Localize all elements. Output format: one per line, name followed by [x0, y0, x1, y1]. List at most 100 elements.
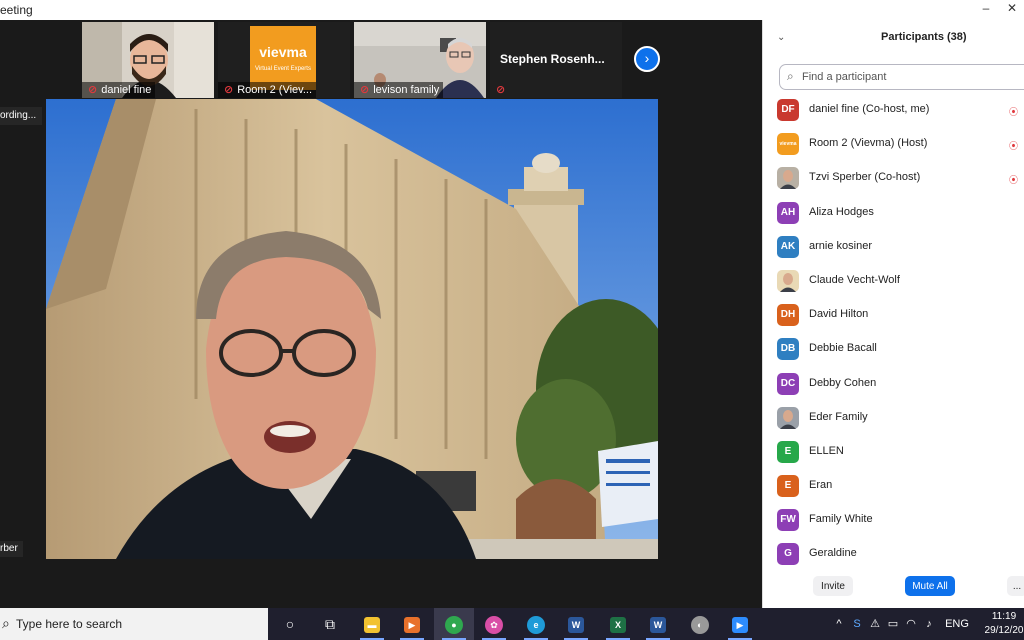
avatar: E: [777, 475, 799, 498]
recording-indicator: ording...: [0, 107, 43, 125]
system-clock[interactable]: 11:19 29/12/20: [982, 610, 1024, 638]
mute-all-button[interactable]: Mute All: [905, 576, 955, 596]
window-title: eeting: [0, 3, 33, 17]
participant-name: Eder Family: [809, 410, 868, 423]
avatar: G: [777, 543, 799, 566]
participant-list: DF daniel fine (Co-host, me) ⦿ vievma Room 2…: [763, 93, 1024, 567]
participant-row[interactable]: DC Debby Cohen: [763, 367, 1024, 401]
minimize-button[interactable]: –: [972, 0, 1000, 20]
muted-mic-icon: ⊘: [496, 84, 506, 96]
participant-row[interactable]: AH Aliza Hodges: [763, 196, 1024, 230]
participant-row[interactable]: Eder Family: [763, 401, 1024, 435]
taskbar-word-2-icon[interactable]: W: [638, 608, 678, 640]
invite-button[interactable]: Invite: [813, 576, 853, 596]
close-button[interactable]: ✕: [998, 0, 1024, 20]
taskbar-cortana-icon[interactable]: ○: [270, 608, 310, 640]
video-thumbnail[interactable]: ⊘ daniel fine: [82, 22, 214, 98]
participants-title: Participants (38): [881, 31, 967, 43]
taskbar-photos-icon[interactable]: ✿: [474, 608, 514, 640]
word-2-glyph: W: [650, 617, 666, 634]
muted-mic-icon: ⊘: [360, 84, 370, 96]
thumbnail-name-text: Stephen Rosenh...: [500, 52, 605, 66]
participants-header: ⌄ Participants (38): [763, 20, 1024, 56]
participant-row[interactable]: Claude Vecht-Wolf: [763, 264, 1024, 298]
participant-name: Tzvi Sperber (Co-host): [809, 171, 921, 184]
participant-search[interactable]: ⌕: [779, 64, 1024, 90]
title-bar: eeting – ✕: [0, 0, 1024, 20]
file-explorer-glyph: ▬: [364, 617, 380, 634]
video-thumbnail[interactable]: ⊘ levison family: [354, 22, 486, 98]
participant-row[interactable]: vievma Room 2 (Vievma) (Host) ⦿: [763, 127, 1024, 161]
word-glyph: W: [568, 617, 584, 634]
participant-name: ELLEN: [809, 444, 844, 457]
language-indicator[interactable]: ENG: [942, 608, 972, 640]
recording-icon: ⦿: [1009, 175, 1019, 186]
avatar: DB: [777, 338, 799, 361]
avatar: DC: [777, 372, 799, 395]
participants-panel: ⌄ Participants (38) ⌕ DF daniel fine (Co-…: [762, 20, 1024, 608]
video-thumbnail[interactable]: Stephen Rosenh... ⊘: [490, 22, 622, 98]
taskbar-zoom-icon[interactable]: ▶: [720, 608, 760, 640]
photos-glyph: ✿: [485, 616, 503, 635]
task-view-glyph: ⧉: [325, 616, 335, 632]
video-thumbnail[interactable]: vievma Virtual Event Experts ⊘ Room 2 (Vi…: [218, 22, 350, 98]
participant-name: Aliza Hodges: [809, 205, 874, 218]
participant-row[interactable]: E Eran: [763, 469, 1024, 503]
taskbar-app-generic-icon[interactable]: ◐: [680, 608, 720, 640]
participant-row[interactable]: DB Debbie Bacall: [763, 332, 1024, 366]
taskbar-excel-icon[interactable]: X: [598, 608, 638, 640]
edge-glyph: e: [527, 616, 545, 635]
thumbnail-mic: ⊘: [490, 82, 513, 98]
thumbnail-name: ⊘ Room 2 (Viev...: [218, 82, 317, 98]
avatar: [777, 406, 799, 429]
avatar: AK: [777, 235, 799, 258]
participant-row[interactable]: AK arnie kosiner: [763, 230, 1024, 264]
avatar: FW: [777, 509, 799, 532]
taskbar-word-icon[interactable]: W: [556, 608, 596, 640]
battery-icon[interactable]: ▭: [886, 608, 900, 640]
participant-name: Room 2 (Vievma) (Host): [809, 137, 928, 150]
muted-mic-icon: ⊘: [224, 84, 234, 96]
meeting-area: ⊘ daniel fine vievma Virtual Event Expert…: [0, 20, 762, 608]
avatar: AH: [777, 201, 799, 224]
active-speaker-video: [46, 99, 658, 559]
taskbar-chrome-icon[interactable]: ●: [434, 608, 474, 640]
participant-row[interactable]: Tzvi Sperber (Co-host) ⦿: [763, 161, 1024, 195]
more-options-button[interactable]: ...: [1007, 576, 1024, 596]
taskbar-search[interactable]: ⌕ Type here to search: [0, 608, 268, 640]
search-icon: ⌕: [787, 69, 794, 83]
taskbar-task-view-icon[interactable]: ⧉: [310, 608, 350, 640]
cortana-glyph: ○: [285, 616, 295, 632]
network-alert-icon[interactable]: ⚠: [868, 608, 882, 640]
thumbnail-name: ⊘ levison family: [354, 82, 444, 98]
zoom-window: eeting – ✕ ⊘ daniel fine vievma Virtual …: [0, 0, 1024, 640]
participant-name: David Hilton: [809, 308, 869, 321]
participant-row[interactable]: DH David Hilton: [763, 298, 1024, 332]
participant-name: Family White: [809, 513, 873, 526]
taskbar-file-explorer-icon[interactable]: ▬: [352, 608, 392, 640]
app-generic-glyph: ◐: [691, 616, 709, 635]
speaker-video-frame: [46, 99, 658, 559]
skype-icon[interactable]: S: [850, 608, 864, 640]
clock-time: 11:19: [991, 611, 1017, 622]
volume-icon[interactable]: ♪: [922, 608, 936, 640]
thumbnail-name: ⊘ daniel fine: [82, 82, 156, 98]
avatar: [777, 269, 799, 292]
tray-chevron-icon[interactable]: ^: [832, 608, 846, 640]
chevron-down-icon[interactable]: ⌄: [777, 32, 785, 43]
wifi-icon[interactable]: ◠: [904, 608, 918, 640]
search-input[interactable]: [802, 69, 1022, 85]
participant-name: arnie kosiner: [809, 239, 872, 252]
taskbar-media-player-icon[interactable]: ▶: [392, 608, 432, 640]
next-page-button[interactable]: ›: [634, 46, 660, 72]
participant-row[interactable]: FW Family White: [763, 503, 1024, 537]
zoom-glyph: ▶: [732, 617, 748, 634]
active-speaker-name: rber: [0, 541, 23, 557]
media-player-glyph: ▶: [404, 617, 420, 634]
taskbar-search-text: Type here to search: [16, 617, 123, 631]
participant-row[interactable]: DF daniel fine (Co-host, me) ⦿: [763, 93, 1024, 127]
participant-row[interactable]: G Geraldine: [763, 537, 1024, 567]
participant-name: daniel fine (Co-host, me): [809, 103, 930, 115]
participant-row[interactable]: E ELLEN: [763, 435, 1024, 469]
taskbar-edge-icon[interactable]: e: [516, 608, 556, 640]
